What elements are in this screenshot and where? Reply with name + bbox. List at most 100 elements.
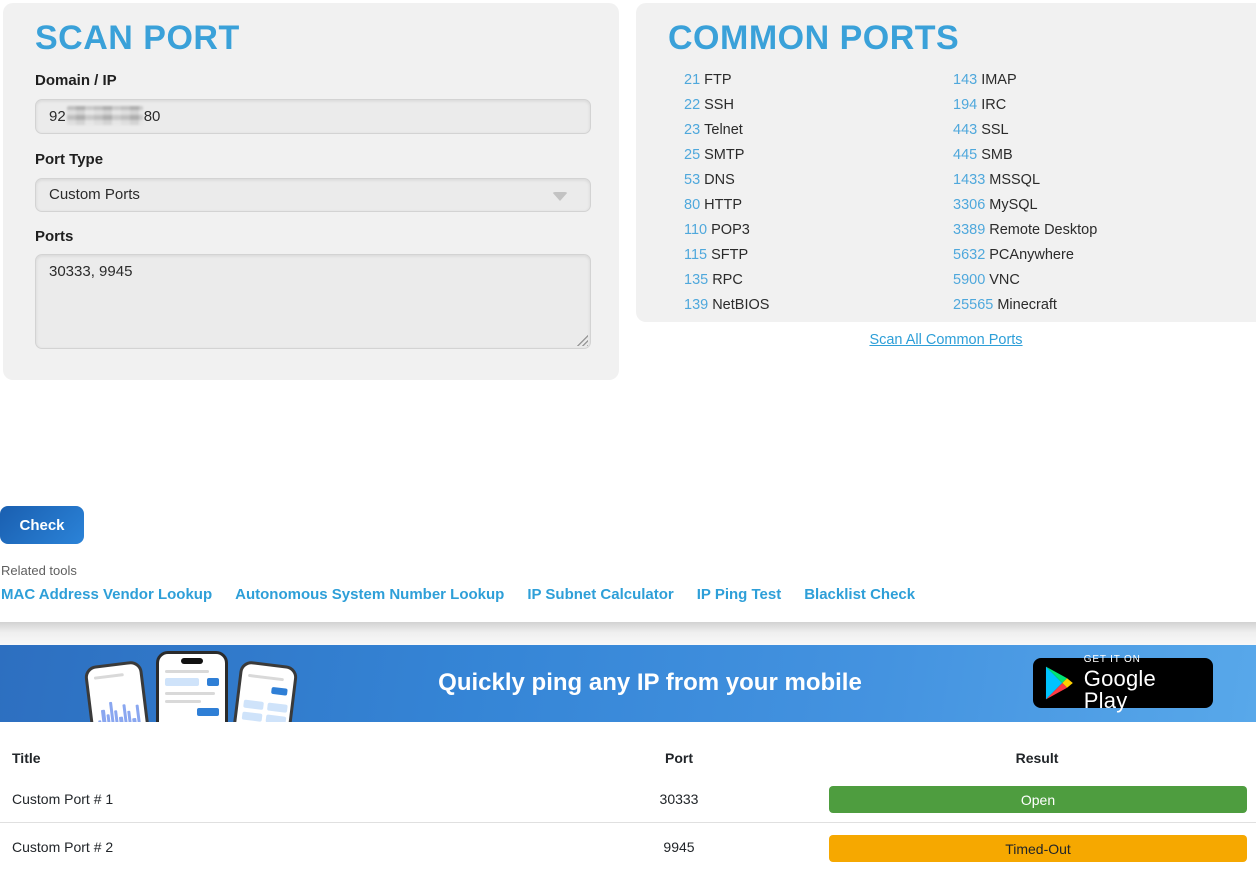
results-header-title: Title bbox=[12, 750, 41, 766]
google-play-badge-text: GET IT ON Google Play bbox=[1084, 655, 1201, 712]
google-play-icon bbox=[1045, 666, 1074, 700]
related-link-ip-ping-test[interactable]: IP Ping Test bbox=[697, 586, 781, 603]
port-row: 22SSH bbox=[684, 93, 769, 118]
port-name: SSL bbox=[981, 122, 1008, 138]
port-link[interactable]: 445 bbox=[953, 147, 977, 163]
result-row-port: 30333 bbox=[629, 791, 729, 807]
google-play-label: Google Play bbox=[1084, 668, 1201, 712]
port-row: 143IMAP bbox=[953, 68, 1097, 93]
port-name: IRC bbox=[981, 97, 1006, 113]
port-row: 25SMTP bbox=[684, 143, 769, 168]
port-link[interactable]: 25 bbox=[684, 147, 700, 163]
port-type-selected-value: Custom Ports bbox=[49, 186, 140, 203]
domain-ip-label: Domain / IP bbox=[35, 72, 117, 89]
port-row: 21FTP bbox=[684, 68, 769, 93]
port-link[interactable]: 80 bbox=[684, 197, 700, 213]
domain-ip-value-prefix: 92 bbox=[49, 108, 66, 125]
port-row: 135RPC bbox=[684, 268, 769, 293]
port-type-select[interactable]: Custom Ports bbox=[35, 178, 591, 212]
port-row: 110POP3 bbox=[684, 218, 769, 243]
port-link[interactable]: 443 bbox=[953, 122, 977, 138]
phone-notch bbox=[181, 658, 203, 664]
related-link-blacklist-check[interactable]: Blacklist Check bbox=[804, 586, 915, 603]
port-link[interactable]: 5632 bbox=[953, 247, 985, 263]
port-name: VNC bbox=[989, 272, 1020, 288]
related-link-mac-address-vendor-lookup[interactable]: MAC Address Vendor Lookup bbox=[1, 586, 212, 603]
domain-ip-input[interactable]: 92 80 bbox=[35, 99, 591, 134]
port-link[interactable]: 110 bbox=[684, 222, 707, 238]
port-name: SFTP bbox=[711, 247, 748, 263]
bar-chart-illustration bbox=[96, 696, 142, 722]
port-row: 443SSL bbox=[953, 118, 1097, 143]
port-link[interactable]: 143 bbox=[953, 72, 977, 88]
mobile-app-promo-banner[interactable]: Quickly ping any IP from your mobile GET… bbox=[0, 645, 1256, 722]
ports-label: Ports bbox=[35, 228, 73, 245]
port-row: 53DNS bbox=[684, 168, 769, 193]
port-name: Minecraft bbox=[997, 297, 1057, 313]
port-link[interactable]: 139 bbox=[684, 297, 708, 313]
scan-port-title: SCAN PORT bbox=[35, 19, 240, 58]
port-link[interactable]: 1433 bbox=[953, 172, 985, 188]
port-name: POP3 bbox=[711, 222, 750, 238]
status-badge-open: Open bbox=[829, 786, 1247, 813]
port-row: 80HTTP bbox=[684, 193, 769, 218]
port-row: 1433MSSQL bbox=[953, 168, 1097, 193]
phones-illustration bbox=[82, 651, 322, 722]
port-row: 194IRC bbox=[953, 93, 1097, 118]
port-name: PCAnywhere bbox=[989, 247, 1074, 263]
related-tools-links: MAC Address Vendor Lookup Autonomous Sys… bbox=[1, 586, 915, 603]
port-row: 5900VNC bbox=[953, 268, 1097, 293]
section-shadow-divider bbox=[0, 622, 1256, 645]
port-row: 25565Minecraft bbox=[953, 293, 1097, 318]
port-link[interactable]: 21 bbox=[684, 72, 700, 88]
common-ports-title: COMMON PORTS bbox=[668, 19, 959, 58]
google-play-badge[interactable]: GET IT ON Google Play bbox=[1033, 658, 1213, 708]
port-link[interactable]: 3389 bbox=[953, 222, 985, 238]
scan-results-table: Title Port Result Custom Port # 1 30333 … bbox=[0, 722, 1256, 875]
phone-center-illustration bbox=[156, 651, 228, 722]
port-link[interactable]: 23 bbox=[684, 122, 700, 138]
port-name: FTP bbox=[704, 72, 731, 88]
port-row: 5632PCAnywhere bbox=[953, 243, 1097, 268]
port-link[interactable]: 115 bbox=[684, 247, 707, 263]
domain-ip-value-suffix: 80 bbox=[144, 108, 161, 125]
port-name: SSH bbox=[704, 97, 734, 113]
ports-textarea[interactable]: 30333, 9945 bbox=[35, 254, 591, 349]
port-name: NetBIOS bbox=[712, 297, 769, 313]
port-link[interactable]: 3306 bbox=[953, 197, 985, 213]
result-row-port: 9945 bbox=[629, 839, 729, 855]
port-name: HTTP bbox=[704, 197, 742, 213]
port-name: Remote Desktop bbox=[989, 222, 1097, 238]
scan-all-wrapper: Scan All Common Ports bbox=[636, 331, 1256, 349]
port-link[interactable]: 53 bbox=[684, 172, 700, 188]
port-name: Telnet bbox=[704, 122, 743, 138]
status-badge-timed-out: Timed-Out bbox=[829, 835, 1247, 862]
scan-all-common-ports-link[interactable]: Scan All Common Ports bbox=[869, 332, 1022, 348]
row-divider bbox=[0, 822, 1256, 823]
get-it-on-label: GET IT ON bbox=[1084, 655, 1201, 665]
port-row: 23Telnet bbox=[684, 118, 769, 143]
common-ports-right-column: 143IMAP 194IRC 443SSL 445SMB 1433MSSQL 3… bbox=[953, 68, 1097, 318]
redacted-ip-blur bbox=[67, 106, 143, 125]
result-row-title: Custom Port # 1 bbox=[12, 791, 113, 807]
common-ports-left-column: 21FTP 22SSH 23Telnet 25SMTP 53DNS 80HTTP… bbox=[684, 68, 769, 318]
banner-headline: Quickly ping any IP from your mobile bbox=[320, 669, 980, 697]
check-button[interactable]: Check bbox=[0, 506, 84, 544]
common-ports-panel: COMMON PORTS 21FTP 22SSH 23Telnet 25SMTP… bbox=[636, 3, 1256, 322]
port-row: 445SMB bbox=[953, 143, 1097, 168]
port-link[interactable]: 135 bbox=[684, 272, 708, 288]
result-row-title: Custom Port # 2 bbox=[12, 839, 113, 855]
port-link[interactable]: 22 bbox=[684, 97, 700, 113]
related-link-asn-lookup[interactable]: Autonomous System Number Lookup bbox=[235, 586, 504, 603]
port-name: MSSQL bbox=[989, 172, 1040, 188]
port-link[interactable]: 5900 bbox=[953, 272, 985, 288]
port-link[interactable]: 25565 bbox=[953, 297, 993, 313]
port-name: MySQL bbox=[989, 197, 1037, 213]
port-link[interactable]: 194 bbox=[953, 97, 977, 113]
port-name: RPC bbox=[712, 272, 743, 288]
results-header-result: Result bbox=[887, 750, 1187, 766]
port-name: SMB bbox=[981, 147, 1012, 163]
phone-right-illustration bbox=[228, 660, 299, 722]
port-row: 115SFTP bbox=[684, 243, 769, 268]
related-link-ip-subnet-calculator[interactable]: IP Subnet Calculator bbox=[527, 586, 673, 603]
